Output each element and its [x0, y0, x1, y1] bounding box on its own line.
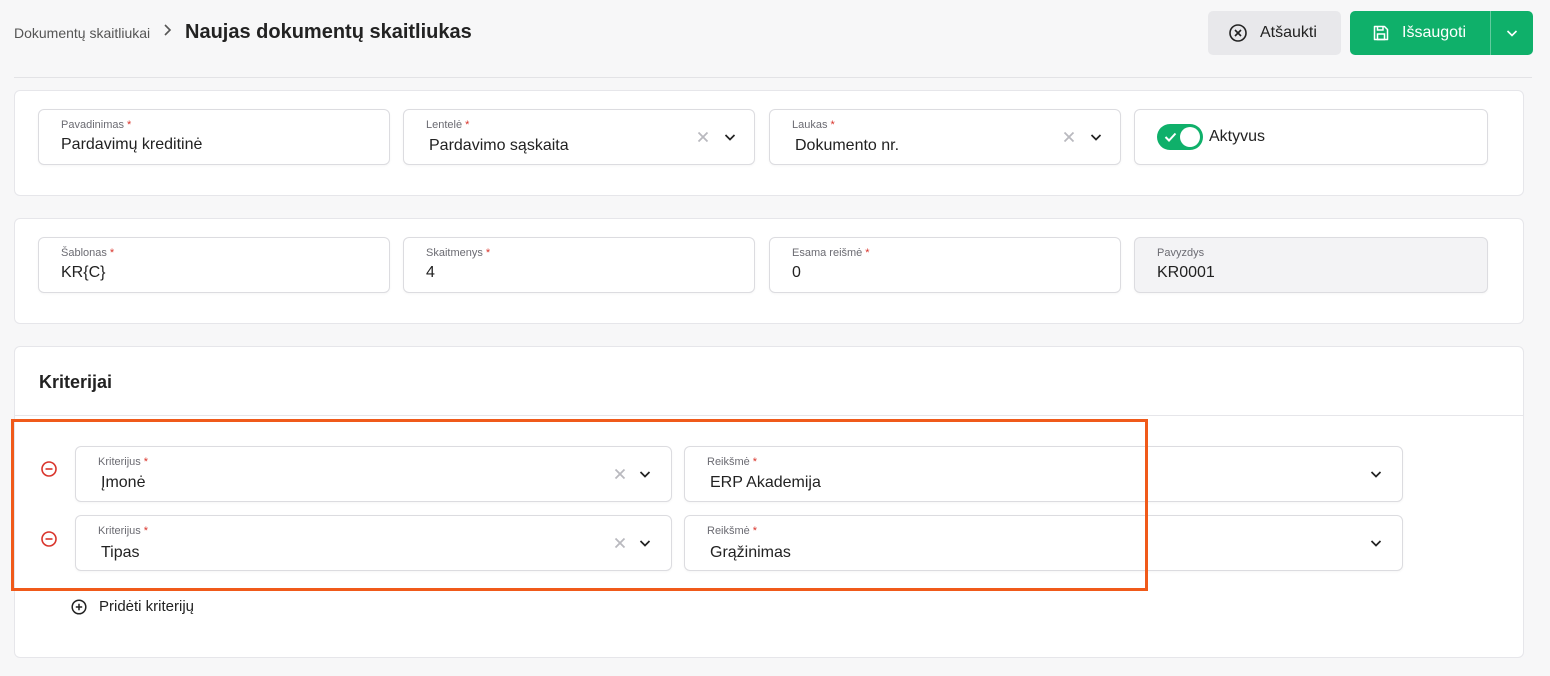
plus-circle-icon [71, 598, 87, 615]
chevron-down-icon[interactable] [1369, 467, 1383, 481]
save-options-dropdown-button[interactable] [1490, 11, 1533, 55]
name-field-label: Pavadinimas * [61, 119, 132, 131]
digits-field-value[interactable]: 4 [426, 264, 435, 282]
field-select-label: Laukas * [792, 119, 835, 131]
close-circle-icon [1229, 24, 1247, 42]
remove-criterion-icon[interactable] [40, 530, 58, 548]
current-value-field[interactable]: Esama reišmė * 0 [769, 237, 1121, 293]
active-toggle[interactable] [1157, 124, 1203, 150]
name-field-value[interactable]: Pardavimų kreditinė [61, 136, 202, 154]
criterion-select-value: Įmonė [101, 474, 146, 491]
chevron-right-icon [164, 24, 172, 36]
breadcrumb-parent-link[interactable]: Dokumentų skaitliukai [14, 25, 150, 41]
criterion-value-select-value: ERP Akademija [710, 474, 821, 491]
header-divider [14, 77, 1532, 78]
criterion-value-select[interactable]: Reikšmė * Grąžinimas [684, 515, 1403, 571]
current-value-field-label: Esama reišmė * [792, 247, 870, 259]
table-select-value: Pardavimo sąskaita [429, 137, 569, 154]
clear-icon[interactable] [613, 536, 627, 550]
cancel-button-label: Atšaukti [1260, 24, 1317, 41]
add-criterion-label: Pridėti kriterijų [99, 598, 195, 615]
name-field[interactable]: Pavadinimas * Pardavimų kreditinė [38, 109, 390, 165]
active-toggle-label: Aktyvus [1209, 128, 1266, 145]
clear-icon[interactable] [1062, 130, 1076, 144]
general-card: Pavadinimas * Pardavimų kreditinė Lentelė… [14, 90, 1524, 196]
page-header: Dokumentų skaitliukai Naujas dokumentų s… [0, 0, 1550, 78]
add-criterion-button[interactable]: Pridėti kriterijų [71, 598, 194, 615]
criterion-select[interactable]: Kriterijus * Įmonė [75, 446, 672, 502]
example-field: Pavyzdys KR0001 [1134, 237, 1488, 293]
numbering-card: Šablonas * KR{C} Skaitmenys * 4 Esama reiš… [14, 218, 1524, 324]
save-button-label: Išsaugoti [1402, 24, 1467, 41]
criterion-select-value: Tipas [101, 544, 140, 561]
chevron-down-icon [1506, 30, 1518, 37]
template-field-value[interactable]: KR{C} [61, 264, 105, 282]
toggle-knob [1180, 127, 1200, 147]
criterion-select-label: Kriterijus * [98, 525, 149, 537]
clear-icon[interactable] [613, 467, 627, 481]
criterion-select[interactable]: Kriterijus * Tipas [75, 515, 672, 571]
current-value-field-value[interactable]: 0 [792, 264, 801, 282]
criterion-value-select[interactable]: Reikšmė * ERP Akademija [684, 446, 1403, 502]
criterion-select-label: Kriterijus * [98, 456, 149, 468]
criteria-divider [15, 415, 1523, 416]
digits-field-label: Skaitmenys * [426, 247, 491, 259]
chevron-down-icon[interactable] [638, 536, 652, 550]
criteria-section-title: Kriterijai [39, 372, 113, 392]
page-title: Naujas dokumentų skaitliukas [185, 21, 472, 43]
remove-criterion-icon[interactable] [40, 460, 58, 478]
template-field-label: Šablonas * [61, 247, 115, 259]
digits-field[interactable]: Skaitmenys * 4 [403, 237, 755, 293]
criterion-value-select-label: Reikšmė * [707, 525, 758, 537]
chevron-down-icon[interactable] [723, 130, 737, 144]
template-field[interactable]: Šablonas * KR{C} [38, 237, 390, 293]
table-select-label: Lentelė * [426, 119, 470, 131]
clear-icon[interactable] [696, 130, 710, 144]
field-select-value: Dokumento nr. [795, 137, 900, 154]
active-toggle-field: Aktyvus [1134, 109, 1488, 165]
field-select[interactable]: Laukas * Dokumento nr. [769, 109, 1121, 165]
criterion-value-select-value: Grąžinimas [710, 544, 791, 561]
chevron-down-icon[interactable] [638, 467, 652, 481]
chevron-down-icon[interactable] [1089, 130, 1103, 144]
table-select[interactable]: Lentelė * Pardavimo sąskaita [403, 109, 755, 165]
chevron-down-icon[interactable] [1369, 536, 1383, 550]
check-icon [1164, 132, 1177, 142]
example-field-label: Pavyzdys [1157, 247, 1205, 259]
save-icon [1373, 25, 1389, 41]
cancel-button[interactable]: Atšaukti [1208, 11, 1341, 55]
save-button[interactable]: Išsaugoti [1350, 11, 1490, 55]
example-field-value: KR0001 [1157, 264, 1215, 281]
criterion-value-select-label: Reikšmė * [707, 456, 758, 468]
criteria-card: Kriterijai Kriterijus * Įmonė Reikšmė * ER… [14, 346, 1524, 658]
